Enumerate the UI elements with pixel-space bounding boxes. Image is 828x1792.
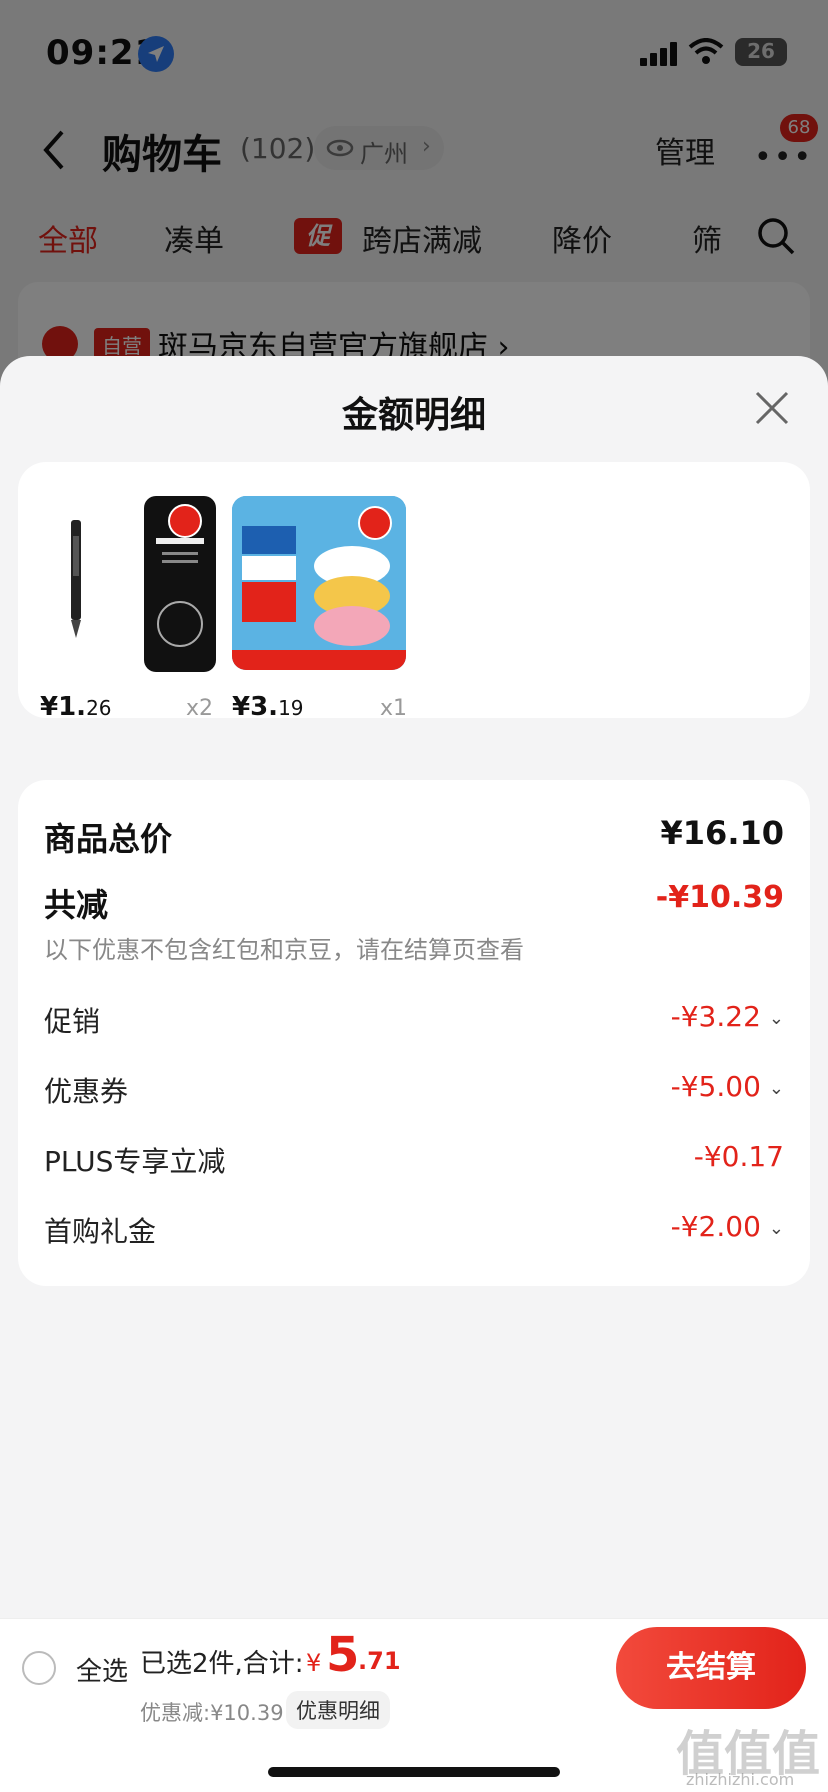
selected-check-icon [358,506,392,540]
total-decimal: .71 [358,1647,401,1675]
plus-discount-value: -¥0.17 [693,1140,784,1173]
pen-product-image [40,496,112,672]
promotion-label: 促销 [44,1005,101,1038]
discount-note: 以下优惠不包含红包和京豆，请在结算页查看 [44,936,524,964]
soap-product-image [232,496,406,670]
first-purchase-value: -¥2.00 [670,1210,761,1243]
coupon-value: -¥5.00 [670,1070,761,1103]
products-card: ¥1.26 x2 ¥3.19 x1 [18,462,810,722]
select-all-checkbox[interactable] [22,1651,56,1685]
total-currency: ¥ [306,1649,322,1677]
coupon-label: 优惠券 [44,1075,129,1108]
amount-breakdown-card: 商品总价 ¥16.10 共减 -¥10.39 以下优惠不包含红包和京豆，请在结算… [18,780,810,1286]
watermark-url: zhizhizhi.com [686,1770,795,1789]
total-reduction-label: 共减 [44,886,109,924]
product-quantity: x2 [186,696,214,721]
selected-check-icon [168,504,202,538]
plus-discount-label: PLUS专享立减 [44,1145,226,1178]
first-purchase-label: 首购礼金 [44,1215,157,1248]
total-reduction-value: -¥10.39 [655,880,784,915]
checkout-button[interactable]: 去结算 [616,1627,806,1709]
select-all-label[interactable]: 全选 [76,1651,128,1688]
product-quantity: x1 [380,696,408,721]
total-price-label: 商品总价 [44,820,173,858]
total-integer: 5 [326,1627,360,1683]
chevron-down-icon: ⌄ [768,1007,784,1029]
first-purchase-row[interactable]: -¥2.00 ⌄ [671,1210,784,1243]
coupon-row[interactable]: -¥5.00 ⌄ [671,1070,784,1103]
chevron-down-icon: ⌄ [768,1077,784,1099]
discount-detail-link[interactable]: 优惠明细 [286,1691,390,1729]
chevron-down-icon: ⌄ [768,1217,784,1239]
pen-box-product-image [144,496,216,672]
promotion-value: -¥3.22 [670,1000,761,1033]
sheet-title: 金额明细 [341,395,486,436]
product-price: ¥3.19 [232,692,304,722]
home-indicator [268,1767,560,1777]
product-price: ¥1.26 [40,692,112,722]
amount-detail-sheet: 金额明细 ¥1.26 x2 ¥3.19 x1 商品总价 ¥16.10 共减 -¥… [0,356,828,1792]
promotion-row[interactable]: -¥3.22 ⌄ [671,1000,784,1033]
close-icon[interactable] [754,390,790,426]
discount-summary: 优惠减:¥10.39 [140,1701,284,1725]
selected-summary: 已选2件,合计: [140,1649,304,1679]
total-price-value: ¥16.10 [660,814,784,852]
